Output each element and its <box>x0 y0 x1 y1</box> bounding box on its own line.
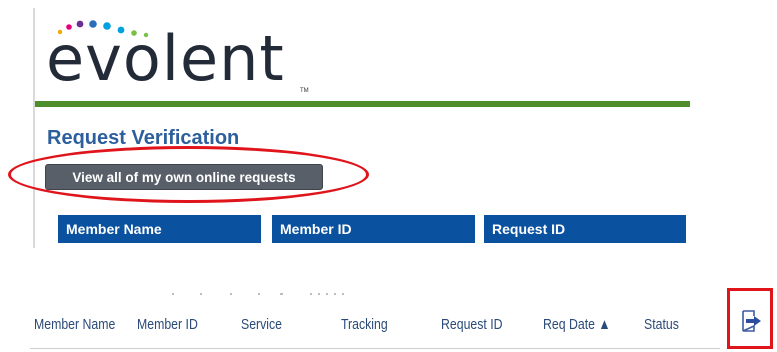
search-header-request-id: Request ID <box>484 215 686 243</box>
table-divider <box>30 348 720 349</box>
header-accent-bar <box>35 101 690 107</box>
column-header-req-date[interactable]: Req Date ▲ <box>543 316 611 334</box>
faint-text-remnant <box>172 293 344 295</box>
column-header-tracking[interactable]: Tracking <box>341 316 388 334</box>
column-header-status[interactable]: Status <box>644 316 679 334</box>
exit-icon[interactable] <box>740 309 762 333</box>
search-header-member-id: Member ID <box>272 215 475 243</box>
column-header-request-id[interactable]: Request ID <box>441 316 503 334</box>
search-header-member-name: Member Name <box>58 215 261 243</box>
column-header-member-id[interactable]: Member ID <box>137 316 198 334</box>
trademark-mark: TM <box>300 88 309 94</box>
highlight-ellipse <box>8 146 369 203</box>
column-header-member-name[interactable]: Member Name <box>34 316 115 334</box>
page-title: Request Verification <box>47 127 240 149</box>
left-divider-top <box>33 8 35 108</box>
column-header-service[interactable]: Service <box>241 316 282 334</box>
evolent-logo: evolent <box>46 22 285 95</box>
